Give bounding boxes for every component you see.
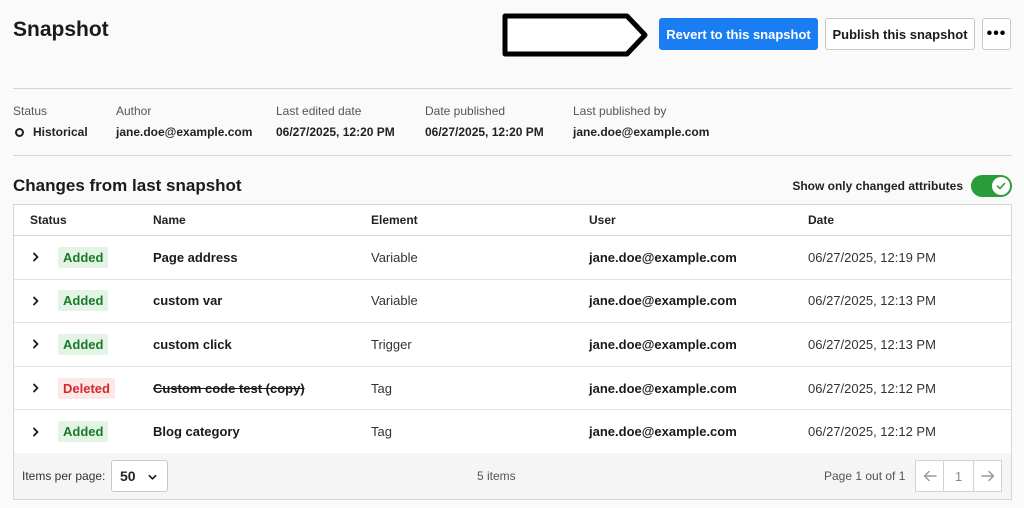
toggle-label: Show only changed attributes (792, 179, 963, 193)
arrow-right-icon (980, 470, 994, 482)
status-badge: Added (58, 333, 109, 355)
chevron-right-icon[interactable] (31, 383, 41, 393)
meta-date-published: Date published 06/27/2025, 12:20 PM (425, 104, 544, 139)
column-header-user[interactable]: User (589, 213, 616, 227)
table-row[interactable]: Added custom var Variable jane.doe@examp… (14, 280, 1011, 324)
meta-author: Author jane.doe@example.com (116, 104, 252, 139)
row-user: jane.doe@example.com (589, 380, 737, 396)
chevron-right-icon[interactable] (31, 339, 41, 349)
page-title: Snapshot (13, 18, 109, 41)
changes-section-title: Changes from last snapshot (13, 176, 242, 195)
row-date: 06/27/2025, 12:13 PM (808, 293, 936, 309)
meta-status-value: Historical (33, 125, 88, 139)
item-count: 5 items (477, 469, 516, 483)
row-element: Variable (371, 293, 418, 309)
redacted-arrow-shape (502, 13, 648, 57)
revert-snapshot-button[interactable]: Revert to this snapshot (659, 18, 818, 50)
next-page-button[interactable] (973, 460, 1002, 492)
row-user: jane.doe@example.com (589, 336, 737, 352)
meta-author-value: jane.doe@example.com (116, 125, 253, 139)
meta-last-published-by-value: jane.doe@example.com (573, 125, 710, 139)
column-header-element[interactable]: Element (371, 213, 418, 227)
row-name: custom var (153, 293, 223, 309)
meta-last-edited: Last edited date 06/27/2025, 12:20 PM (276, 104, 395, 139)
pagination-controls: 1 (915, 460, 1002, 492)
meta-date-published-value: 06/27/2025, 12:20 PM (425, 125, 544, 139)
meta-last-edited-value: 06/27/2025, 12:20 PM (276, 125, 395, 139)
more-horizontal-icon: ••• (986, 25, 1007, 42)
table-footer: Items per page: 50 5 items Page 1 out of… (14, 453, 1011, 499)
more-options-button[interactable]: ••• (982, 18, 1011, 50)
row-name: Page address (153, 249, 238, 265)
divider (13, 155, 1012, 156)
page-info: Page 1 out of 1 (824, 469, 906, 483)
status-badge: Added (58, 290, 109, 312)
column-header-status[interactable]: Status (30, 213, 67, 227)
row-date: 06/27/2025, 12:13 PM (808, 336, 936, 352)
row-user: jane.doe@example.com (589, 249, 737, 265)
row-element: Variable (371, 249, 418, 265)
column-header-date[interactable]: Date (808, 213, 834, 227)
arrow-left-icon (923, 470, 937, 482)
items-per-page-value: 50 (120, 468, 136, 484)
table-row[interactable]: Added Blog category Tag jane.doe@example… (14, 410, 1011, 454)
changes-table: Status Name Element User Date Added Page… (13, 204, 1012, 500)
items-per-page-label: Items per page: (22, 469, 106, 483)
table-row[interactable]: Added custom click Trigger jane.doe@exam… (14, 323, 1011, 367)
status-badge: Added (58, 421, 109, 443)
publish-snapshot-button[interactable]: Publish this snapshot (825, 18, 975, 50)
row-name: Custom code test (copy) (153, 380, 305, 396)
column-header-name[interactable]: Name (153, 213, 186, 227)
row-element: Trigger (371, 336, 412, 352)
check-icon (996, 182, 1006, 190)
row-user: jane.doe@example.com (589, 424, 737, 440)
table-header: Status Name Element User Date (14, 205, 1011, 236)
status-badge: Deleted (58, 377, 115, 399)
row-element: Tag (371, 380, 392, 396)
row-date: 06/27/2025, 12:12 PM (808, 424, 936, 440)
chevron-right-icon[interactable] (31, 427, 41, 437)
meta-last-published-by: Last published by jane.doe@example.com (573, 104, 709, 139)
table-row[interactable]: Added Page address Variable jane.doe@exa… (14, 236, 1011, 280)
chevron-right-icon[interactable] (31, 296, 41, 306)
meta-author-label: Author (116, 104, 152, 118)
circle-outline-icon (15, 127, 24, 137)
row-user: jane.doe@example.com (589, 293, 737, 309)
row-name: Blog category (153, 424, 240, 440)
meta-last-edited-label: Last edited date (276, 104, 362, 118)
row-date: 06/27/2025, 12:19 PM (808, 249, 936, 265)
items-per-page-select[interactable]: 50 (111, 460, 168, 492)
changed-attributes-toggle-group: Show only changed attributes (792, 175, 1012, 197)
row-name: custom click (153, 336, 232, 352)
row-date: 06/27/2025, 12:12 PM (808, 380, 936, 396)
meta-last-published-by-label: Last published by (573, 104, 667, 118)
divider (13, 88, 1012, 89)
meta-date-published-label: Date published (425, 104, 506, 118)
status-badge: Added (58, 246, 109, 268)
changed-attributes-toggle[interactable] (971, 175, 1012, 197)
chevron-down-icon (148, 474, 157, 480)
table-row[interactable]: Deleted Custom code test (copy) Tag jane… (14, 367, 1011, 411)
chevron-right-icon[interactable] (31, 252, 41, 262)
current-page[interactable]: 1 (943, 460, 974, 492)
previous-page-button[interactable] (915, 460, 944, 492)
row-element: Tag (371, 424, 392, 440)
meta-status-label: Status (13, 104, 48, 118)
meta-status: Status Historical (13, 104, 88, 139)
